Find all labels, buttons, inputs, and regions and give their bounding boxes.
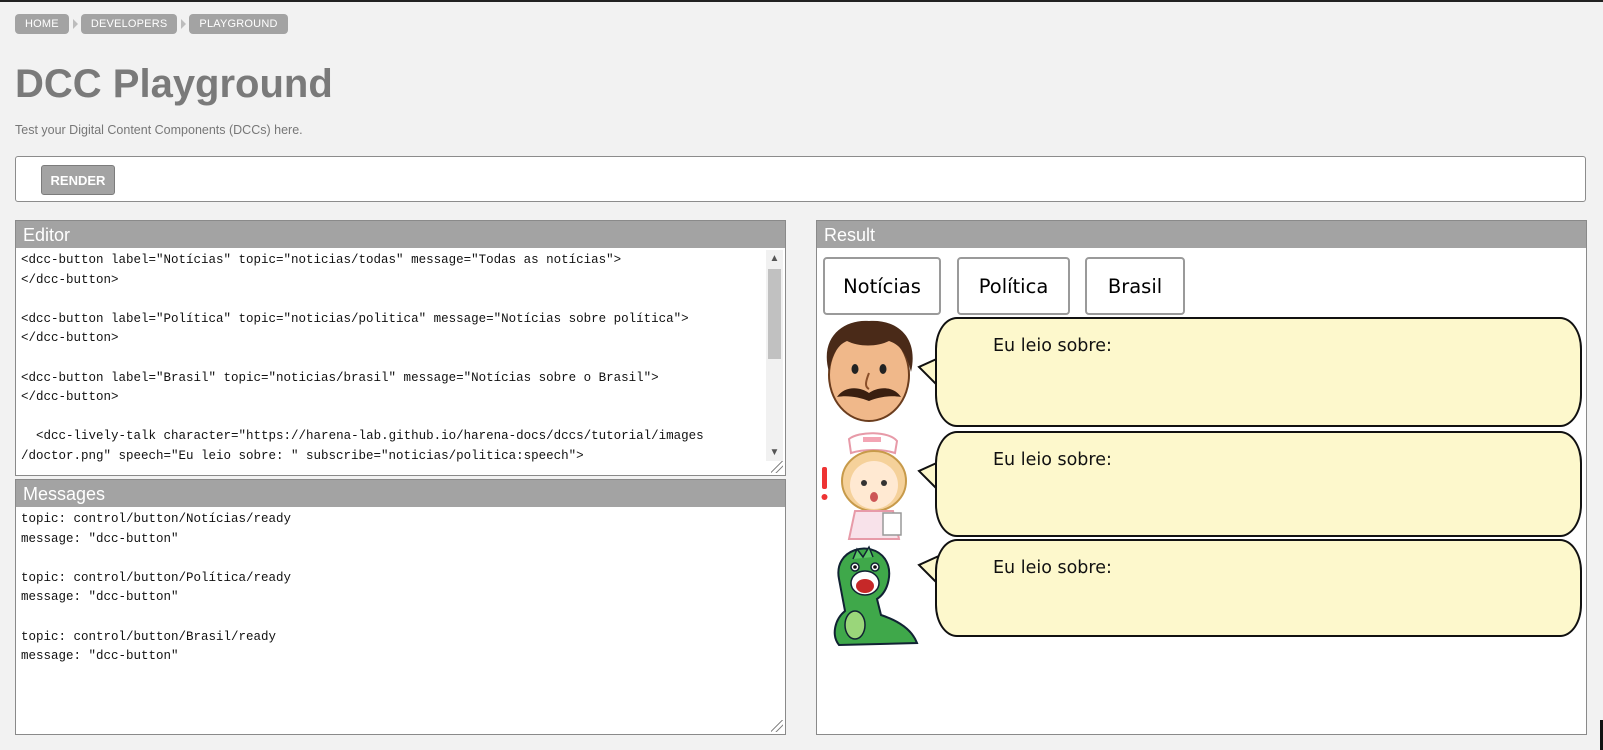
page-title: DCC Playground: [15, 62, 333, 106]
scroll-up-icon[interactable]: ▲: [766, 250, 783, 267]
toolbar: RENDER: [15, 156, 1586, 202]
speech-text: Eu leio sobre:: [993, 558, 1112, 578]
dinosaur-icon: [833, 545, 919, 647]
editor-header: Editor: [16, 221, 785, 248]
resize-handle-icon[interactable]: [771, 461, 783, 473]
speech-bubble: Eu leio sobre:: [935, 317, 1582, 427]
messages-header: Messages: [16, 480, 785, 507]
resize-handle-icon[interactable]: [771, 720, 783, 732]
scrollbar-thumb[interactable]: [768, 269, 781, 359]
breadcrumb-separator: [72, 19, 78, 29]
result-header: Result: [817, 221, 1586, 248]
messages-textarea[interactable]: topic: control/button/Notícias/ready mes…: [18, 510, 781, 732]
scroll-down-icon[interactable]: ▼: [766, 444, 783, 461]
brasil-button[interactable]: Brasil: [1085, 257, 1185, 315]
breadcrumb-developers[interactable]: DEVELOPERS: [80, 14, 178, 34]
noticias-button[interactable]: Notícias: [823, 257, 941, 315]
breadcrumb-home[interactable]: HOME: [15, 14, 69, 34]
nurse-icon: [821, 432, 907, 540]
speech-bubble: Eu leio sobre:: [935, 539, 1582, 637]
politica-button[interactable]: Política: [957, 257, 1070, 315]
doctor-icon: [826, 320, 913, 422]
editor-panel: Editor <dcc-button label="Notícias" topi…: [15, 220, 786, 476]
speech-text: Eu leio sobre:: [993, 336, 1112, 356]
breadcrumb: HOME DEVELOPERS PLAYGROUND: [15, 14, 288, 34]
render-button[interactable]: RENDER: [41, 165, 115, 195]
page-subtitle: Test your Digital Content Components (DC…: [15, 123, 303, 137]
speech-bubble: Eu leio sobre:: [935, 431, 1582, 537]
editor-textarea[interactable]: <dcc-button label="Notícias" topic="noti…: [18, 251, 767, 473]
breadcrumb-playground[interactable]: PLAYGROUND: [189, 14, 288, 34]
editor-scrollbar[interactable]: ▲ ▼: [766, 250, 783, 461]
breadcrumb-separator: [181, 19, 187, 29]
result-panel: Result Notícias Política Brasil Eu leio …: [816, 220, 1587, 735]
messages-panel: Messages topic: control/button/Notícias/…: [15, 479, 786, 735]
speech-text: Eu leio sobre:: [993, 450, 1112, 470]
